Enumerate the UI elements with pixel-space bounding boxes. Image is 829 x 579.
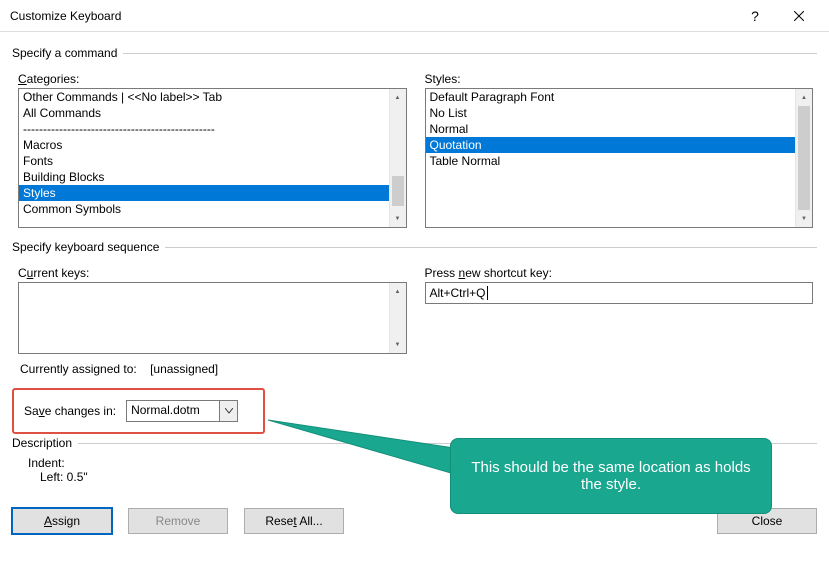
reset-all-button[interactable]: Reset All... [244, 508, 344, 534]
categories-listbox[interactable]: Other Commands | <<No label>> TabAll Com… [18, 88, 407, 228]
category-item[interactable]: ----------------------------------------… [19, 121, 389, 137]
keyboard-sequence-group: Specify keyboard sequence Current keys: … [12, 240, 817, 376]
window-title: Customize Keyboard [10, 9, 733, 23]
scroll-up-icon[interactable]: ▲ [390, 89, 406, 106]
specify-command-group: Specify a command Categories: Other Comm… [12, 46, 817, 228]
close-window-button[interactable] [777, 1, 821, 31]
keyboard-sequence-legend: Specify keyboard sequence [12, 240, 165, 254]
scroll-up-icon[interactable]: ▲ [390, 283, 406, 300]
category-item[interactable]: Macros [19, 137, 389, 153]
annotation-text: This should be the same location as hold… [467, 459, 755, 493]
currently-assigned-value: [unassigned] [150, 362, 218, 376]
scroll-down-icon[interactable]: ▼ [796, 210, 812, 227]
save-in-value: Normal.dotm [127, 401, 219, 421]
style-item[interactable]: Quotation [426, 137, 796, 153]
help-button[interactable]: ? [733, 1, 777, 31]
styles-scrollbar[interactable]: ▲ ▼ [795, 89, 812, 227]
styles-listbox[interactable]: Default Paragraph FontNo ListNormalQuota… [425, 88, 814, 228]
specify-command-legend: Specify a command [12, 46, 123, 60]
category-item[interactable]: Other Commands | <<No label>> Tab [19, 89, 389, 105]
scroll-down-icon[interactable]: ▼ [390, 210, 406, 227]
save-in-label: Save changes in: [24, 404, 116, 418]
press-new-label: Press new shortcut key: [425, 266, 814, 280]
category-item[interactable]: Building Blocks [19, 169, 389, 185]
remove-button: Remove [128, 508, 228, 534]
description-legend: Description [12, 436, 78, 450]
categories-label: Categories: [18, 72, 407, 86]
text-caret [487, 286, 488, 300]
save-in-highlight: Save changes in: Normal.dotm [12, 388, 265, 434]
style-item[interactable]: Default Paragraph Font [426, 89, 796, 105]
category-item[interactable]: Fonts [19, 153, 389, 169]
annotation-callout: This should be the same location as hold… [450, 438, 772, 514]
currently-assigned-label: Currently assigned to: [20, 362, 137, 376]
style-item[interactable]: Normal [426, 121, 796, 137]
chevron-down-icon [225, 408, 233, 414]
assign-button[interactable]: Assign [12, 508, 112, 534]
currently-assigned-row: Currently assigned to: [unassigned] [20, 362, 813, 376]
categories-scrollbar[interactable]: ▲ ▼ [389, 89, 406, 227]
new-shortcut-input[interactable]: Alt+Ctrl+Q [425, 282, 814, 304]
category-item[interactable]: Common Symbols [19, 201, 389, 217]
new-shortcut-value: Alt+Ctrl+Q [430, 286, 486, 300]
scroll-up-icon[interactable]: ▲ [796, 89, 812, 106]
style-item[interactable]: No List [426, 105, 796, 121]
current-keys-scrollbar[interactable]: ▲ ▼ [389, 283, 406, 353]
save-in-combobox[interactable]: Normal.dotm [126, 400, 238, 422]
category-item[interactable]: All Commands [19, 105, 389, 121]
title-bar: Customize Keyboard ? [0, 0, 829, 32]
styles-label: Styles: [425, 72, 814, 86]
scroll-down-icon[interactable]: ▼ [390, 336, 406, 353]
current-keys-label: Current keys: [18, 266, 407, 280]
category-item[interactable]: Styles [19, 185, 389, 201]
combobox-dropdown-button[interactable] [219, 401, 237, 421]
current-keys-listbox[interactable]: ▲ ▼ [18, 282, 407, 354]
style-item[interactable]: Table Normal [426, 153, 796, 169]
